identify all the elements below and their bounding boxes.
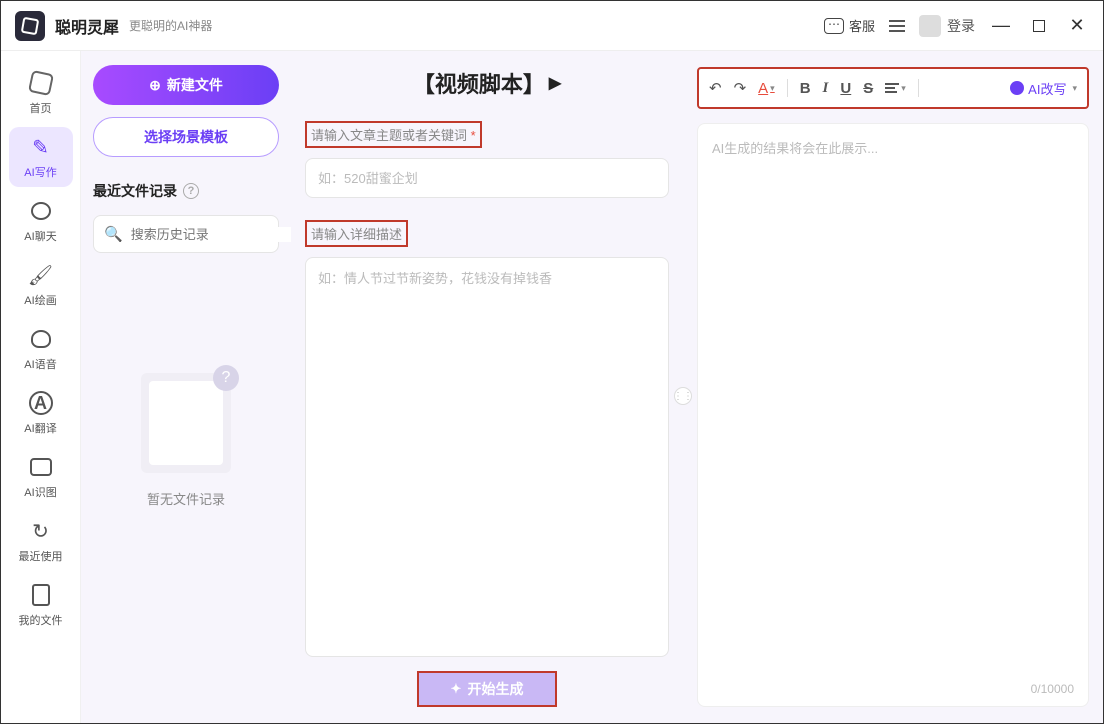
play-icon[interactable]: ▶ xyxy=(549,73,561,93)
output-area[interactable]: AI生成的结果将会在此展示... 0/10000 xyxy=(697,123,1089,707)
login-button[interactable]: 登录 xyxy=(919,15,975,37)
avatar-icon xyxy=(919,15,941,37)
topic-input[interactable] xyxy=(305,158,669,198)
minimize-button[interactable]: — xyxy=(989,15,1013,36)
topic-label: 请输入文章主题或者关键词 * xyxy=(305,121,482,148)
image-icon xyxy=(28,454,54,480)
char-counter: 0/10000 xyxy=(1031,682,1074,696)
app-subtitle: 更聪明的AI神器 xyxy=(129,17,212,34)
close-button[interactable]: ✕ xyxy=(1065,15,1089,36)
bold-button[interactable]: B xyxy=(800,80,811,97)
feather-icon: ✎ xyxy=(28,134,54,160)
empty-state: ? 暂无文件记录 xyxy=(93,373,279,508)
empty-illustration: ? xyxy=(141,373,231,473)
sidebar-item-files[interactable]: 我的文件 xyxy=(9,575,73,635)
editor-panel: 【视频脚本】 ▶ 请输入文章主题或者关键词 * 请输入详细描述 ✦ 开始生成 ⋮… xyxy=(291,51,683,723)
home-icon xyxy=(28,70,54,96)
underline-button[interactable]: U xyxy=(840,80,851,97)
redo-button[interactable]: ↷ xyxy=(734,79,747,97)
empty-text: 暂无文件记录 xyxy=(147,489,225,508)
align-icon xyxy=(885,83,899,93)
sidebar-item-image[interactable]: AI识图 xyxy=(9,447,73,507)
file-panel: ⊕ 新建文件 选择场景模板 最近文件记录 ? 🔍 ? 暂无文件记录 xyxy=(81,51,291,723)
page-title: 【视频脚本】 ▶ xyxy=(305,67,669,99)
output-placeholder: AI生成的结果将会在此展示... xyxy=(712,138,1074,157)
font-color-button[interactable]: A xyxy=(758,80,775,97)
headphone-icon xyxy=(28,326,54,352)
sidebar: 首页 ✎ AI写作 AI聊天 🖌 AI绘画 AI语音 A AI翻译 AI识图 ↻… xyxy=(1,51,81,723)
sidebar-item-home[interactable]: 首页 xyxy=(9,63,73,123)
ai-rewrite-button[interactable]: AI改写 xyxy=(1010,79,1077,98)
chat-icon xyxy=(28,198,54,224)
ai-dot-icon xyxy=(1010,81,1024,95)
description-textarea[interactable] xyxy=(305,257,669,657)
sidebar-item-voice[interactable]: AI语音 xyxy=(9,319,73,379)
description-label: 请输入详细描述 xyxy=(305,220,408,247)
maximize-button[interactable] xyxy=(1033,20,1045,32)
app-name: 聪明灵犀 xyxy=(55,14,119,38)
question-badge-icon: ? xyxy=(213,365,239,391)
italic-button[interactable]: I xyxy=(823,80,829,97)
strike-button[interactable]: S xyxy=(863,80,873,97)
clock-icon: ↻ xyxy=(28,518,54,544)
kefu-label: 客服 xyxy=(849,16,875,35)
resize-handle[interactable]: ⋮⋮ xyxy=(674,387,692,405)
recent-files-header: 最近文件记录 ? xyxy=(93,181,279,201)
undo-button[interactable]: ↶ xyxy=(709,79,722,97)
sidebar-item-translate[interactable]: A AI翻译 xyxy=(9,383,73,443)
sidebar-item-recent[interactable]: ↻ 最近使用 xyxy=(9,511,73,571)
select-template-button[interactable]: 选择场景模板 xyxy=(93,117,279,157)
document-icon xyxy=(28,582,54,608)
output-panel: ↶ ↷ A B I U S AI改写 AI生成的结果将会在此展示... 0/10… xyxy=(683,51,1103,723)
search-box[interactable]: 🔍 xyxy=(93,215,279,253)
sidebar-item-chat[interactable]: AI聊天 xyxy=(9,191,73,251)
format-toolbar: ↶ ↷ A B I U S AI改写 xyxy=(697,67,1089,109)
app-logo xyxy=(15,11,45,41)
plus-circle-icon: ⊕ xyxy=(149,77,161,94)
separator xyxy=(918,79,919,97)
hamburger-menu-icon[interactable] xyxy=(889,20,905,32)
sidebar-item-writing[interactable]: ✎ AI写作 xyxy=(9,127,73,187)
login-label: 登录 xyxy=(947,16,975,36)
sidebar-item-draw[interactable]: 🖌 AI绘画 xyxy=(9,255,73,315)
separator xyxy=(787,79,788,97)
titlebar: 聪明灵犀 更聪明的AI神器 客服 登录 — ✕ xyxy=(1,1,1103,51)
search-icon: 🔍 xyxy=(104,225,123,243)
new-file-button[interactable]: ⊕ 新建文件 xyxy=(93,65,279,105)
sparkle-icon: ✦ xyxy=(451,681,462,697)
brush-icon: 🖌 xyxy=(28,262,54,288)
generate-button[interactable]: ✦ 开始生成 xyxy=(417,671,557,707)
search-input[interactable] xyxy=(131,227,307,242)
customer-service-button[interactable]: 客服 xyxy=(824,16,875,35)
align-button[interactable] xyxy=(885,83,906,94)
translate-icon: A xyxy=(28,390,54,416)
chat-bubble-icon xyxy=(824,18,844,34)
help-icon[interactable]: ? xyxy=(183,183,199,199)
